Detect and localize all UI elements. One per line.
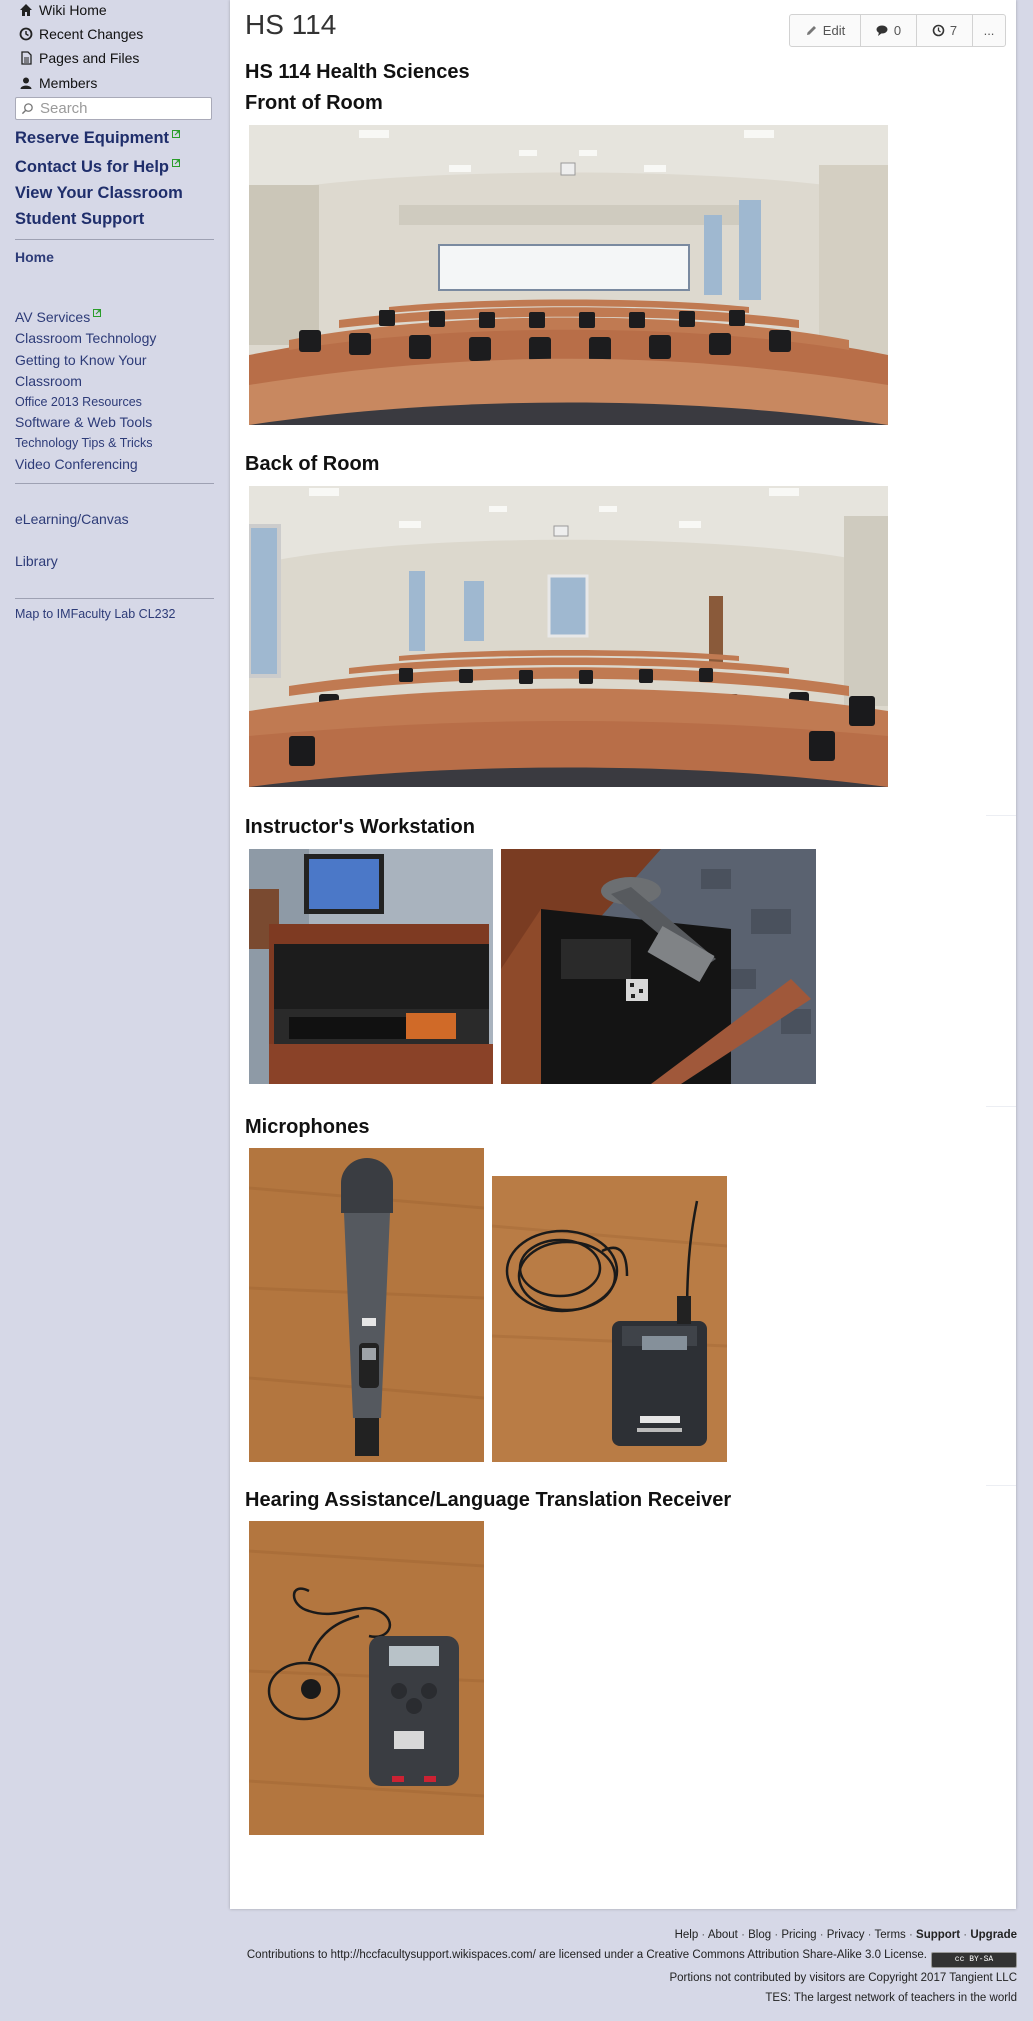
nav-label: Pages and Files <box>39 50 140 66</box>
cc-license-badge[interactable]: cc BY-SA <box>931 1952 1017 1968</box>
link-getting-to-know[interactable]: Getting to Know Your <box>15 352 147 368</box>
footer-link-blog[interactable]: Blog <box>748 1929 771 1941</box>
license-text: Contributions to http://hccfacultysuppor… <box>246 1949 927 1961</box>
license-line: Contributions to http://hccfacultysuppor… <box>247 1945 1017 1968</box>
external-link-icon <box>172 159 181 167</box>
divider <box>986 815 1016 816</box>
comments-icon <box>876 25 888 36</box>
link-office-2013[interactable]: Office 2013 Resources <box>15 395 142 409</box>
link-student-support[interactable]: Student Support <box>15 210 144 229</box>
link-reserve-equipment[interactable]: Reserve Equipment <box>15 129 181 148</box>
microphones-heading: Microphones <box>245 1116 370 1138</box>
divider <box>986 1485 1016 1486</box>
more-label: ... <box>983 23 995 38</box>
file-icon <box>21 51 32 65</box>
footer-link-pricing[interactable]: Pricing <box>781 1929 816 1941</box>
link-video-conferencing[interactable]: Video Conferencing <box>15 456 138 472</box>
search-box <box>15 97 212 120</box>
hearing-assistance-heading: Hearing Assistance/Language Translation … <box>245 1489 732 1511</box>
nav-members[interactable]: Members <box>19 73 97 93</box>
link-map-imfaculty-lab[interactable]: Map to IMFaculty Lab CL232 <box>15 607 176 621</box>
nav-label: Recent Changes <box>39 26 144 42</box>
comments-count: 0 <box>893 23 902 38</box>
more-actions-button[interactable]: ... <box>973 15 1005 46</box>
link-av-services[interactable]: AV Services <box>15 309 102 325</box>
divider <box>986 1106 1016 1107</box>
revisions-button[interactable]: 7 <box>917 15 973 46</box>
divider <box>15 239 214 240</box>
nav-recent-changes[interactable]: Recent Changes <box>19 24 143 44</box>
clock-icon <box>932 24 945 37</box>
front-of-room-heading: Front of Room <box>245 92 383 114</box>
pencil-icon <box>806 26 816 35</box>
bodypack-transmitter-photo <box>492 1176 727 1462</box>
nav-wiki-home[interactable]: Wiki Home <box>19 0 107 20</box>
link-label: AV Services <box>15 309 91 325</box>
back-of-room-heading: Back of Room <box>245 453 380 475</box>
revisions-count: 7 <box>949 23 958 38</box>
page-title: HS 114 <box>245 9 337 40</box>
edit-label: Edit <box>822 23 846 38</box>
footer-link-support[interactable]: Support <box>916 1929 960 1941</box>
link-getting-to-know-line2[interactable]: Classroom <box>15 373 82 389</box>
link-tech-tips[interactable]: Technology Tips & Tricks <box>15 436 153 450</box>
footer-link-about[interactable]: About <box>708 1929 738 1941</box>
tes-text[interactable]: TES: The largest network of teachers in … <box>247 1988 1017 2008</box>
link-view-classroom[interactable]: View Your Classroom <box>15 184 183 203</box>
nav-label: Members <box>39 75 98 91</box>
external-link-icon <box>172 130 181 138</box>
divider <box>15 598 214 599</box>
copyright-text: Portions not contributed by visitors are… <box>669 1972 1017 1984</box>
workstation-drawer-photo <box>501 849 816 1084</box>
link-label: Reserve Equipment <box>15 129 170 147</box>
back-of-room-photo <box>249 486 888 787</box>
workstation-podium-photo <box>249 849 493 1084</box>
hearing-receiver-photo <box>249 1521 484 1835</box>
search-input[interactable] <box>40 100 210 117</box>
divider <box>15 483 214 484</box>
nav-pages-and-files[interactable]: Pages and Files <box>19 48 139 68</box>
footer-link-privacy[interactable]: Privacy <box>827 1929 865 1941</box>
page-toolbar: Edit 0 7 ... <box>789 14 1006 47</box>
front-of-room-photo <box>249 125 888 425</box>
workstation-heading: Instructor's Workstation <box>245 816 475 838</box>
link-elearning-canvas[interactable]: eLearning/Canvas <box>15 511 129 527</box>
link-label: Contact Us for Help <box>15 158 170 176</box>
comments-button[interactable]: 0 <box>861 15 917 46</box>
link-classroom-technology[interactable]: Classroom Technology <box>15 330 156 346</box>
search-icon <box>21 103 33 115</box>
main-content: HS 114 Edit 0 7 ... HS 114 Health Scienc… <box>230 0 1016 1909</box>
link-library[interactable]: Library <box>15 553 58 569</box>
link-contact-us[interactable]: Contact Us for Help <box>15 158 181 177</box>
external-link-icon <box>93 309 102 317</box>
footer: Help · About · Blog · Pricing · Privacy … <box>247 1925 1017 2008</box>
edit-button[interactable]: Edit <box>790 15 861 46</box>
user-icon <box>20 77 32 89</box>
footer-link-terms[interactable]: Terms <box>874 1929 905 1941</box>
footer-link-upgrade[interactable]: Upgrade <box>970 1929 1017 1941</box>
link-home[interactable]: Home <box>15 249 54 265</box>
footer-link-help[interactable]: Help <box>675 1929 699 1941</box>
footer-links: Help · About · Blog · Pricing · Privacy … <box>674 1929 1017 1941</box>
nav-label: Wiki Home <box>39 2 107 18</box>
clock-icon <box>19 27 33 41</box>
building-heading: HS 114 Health Sciences <box>245 61 470 83</box>
home-icon <box>20 4 32 16</box>
handheld-microphone-photo <box>249 1148 484 1462</box>
link-software-web-tools[interactable]: Software & Web Tools <box>15 414 152 430</box>
